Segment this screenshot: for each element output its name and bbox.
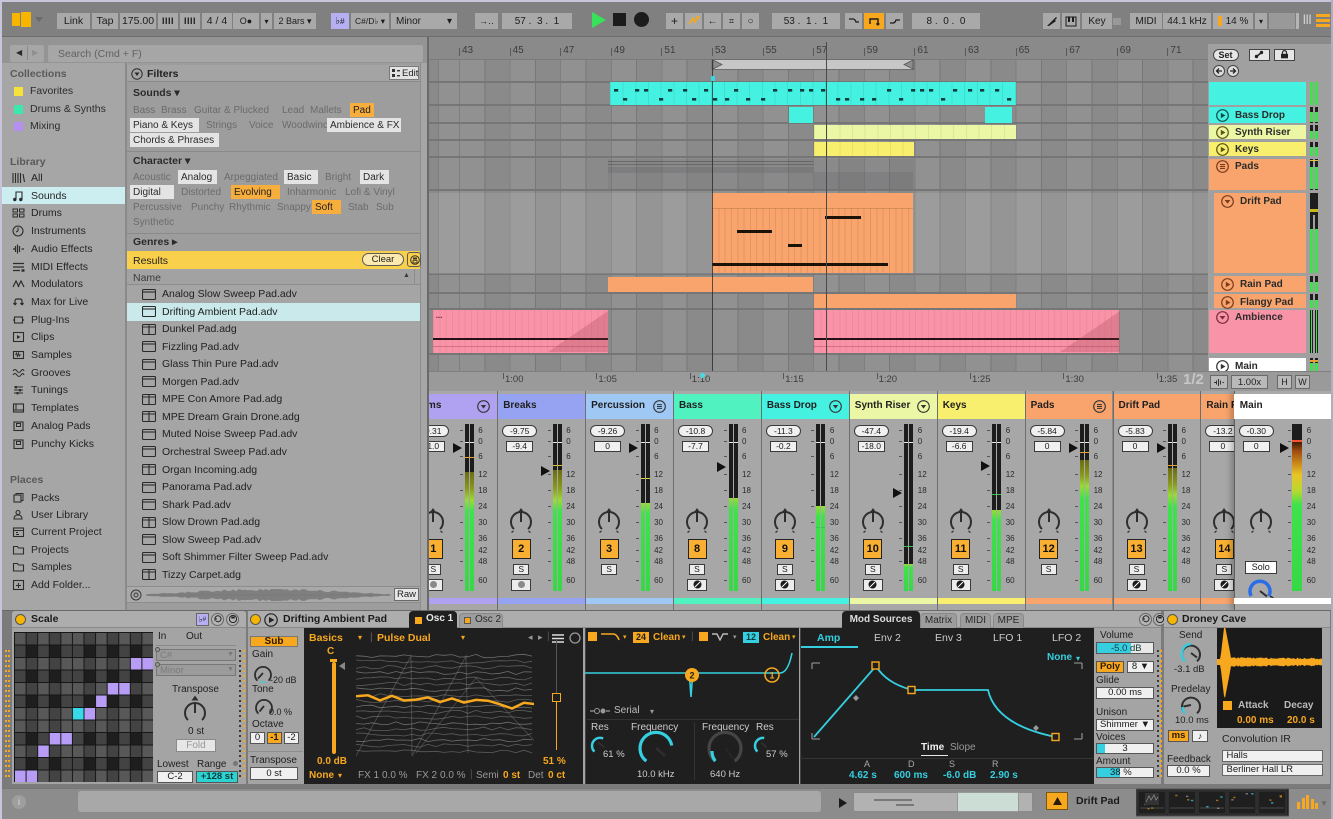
svg-text:1: 1	[769, 671, 774, 681]
svg-text:2: 2	[689, 671, 694, 681]
